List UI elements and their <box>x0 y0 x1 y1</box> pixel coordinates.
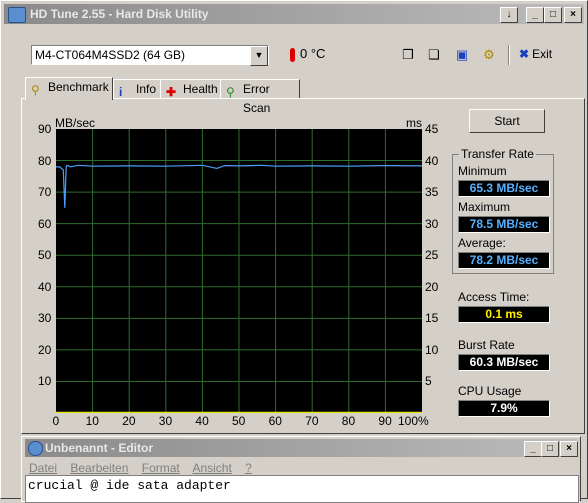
app-icon <box>8 7 26 23</box>
average-label: Average: <box>458 236 506 250</box>
right-axis-unit: ms <box>406 116 422 130</box>
benchmark-icon: ⚲ <box>31 83 40 97</box>
chevron-down-icon[interactable]: ▼ <box>250 46 268 66</box>
left-tick-label: 50 <box>38 248 52 263</box>
start-button[interactable]: Start <box>469 109 545 133</box>
dropdown-button[interactable]: ↓ <box>500 7 518 23</box>
maximize-button[interactable]: □ <box>544 7 562 23</box>
main-window: HD Tune 2.55 - Hard Disk Utility ↓ _ □ ×… <box>0 0 588 503</box>
menu-format[interactable]: Format <box>142 461 180 475</box>
access-time-value: 0.1 ms <box>458 306 550 323</box>
transfer-rate-title: Transfer Rate <box>459 147 536 161</box>
x-tick-label: 70 <box>305 414 319 428</box>
title-bar[interactable]: HD Tune 2.55 - Hard Disk Utility ↓ _ □ × <box>4 4 584 24</box>
copy-icon[interactable]: ❐ <box>399 46 417 64</box>
save-icon[interactable]: ▣ <box>453 46 471 64</box>
menu-help[interactable]: ? <box>245 461 252 475</box>
x-tick-label: 10 <box>85 414 99 428</box>
minimize-button[interactable]: _ <box>526 7 544 23</box>
right-tick-label: 35 <box>425 185 439 200</box>
close-button[interactable]: × <box>564 7 582 23</box>
editor-maximize-button[interactable]: □ <box>541 441 559 457</box>
x-tick-label: 40 <box>195 414 209 428</box>
thermometer-icon <box>290 47 295 62</box>
x-tick-label: 100% <box>398 414 429 428</box>
left-tick-label: 70 <box>38 185 52 200</box>
left-tick-label: 60 <box>38 216 52 231</box>
minimum-label: Minimum <box>458 164 507 178</box>
editor-minimize-button[interactable]: _ <box>524 441 542 457</box>
editor-title: Unbenannt - Editor <box>45 441 153 455</box>
tab-label: Info <box>136 82 157 96</box>
drive-select-value: M4-CT064M4SSD2 (64 GB) <box>35 48 186 62</box>
window-title: HD Tune 2.55 - Hard Disk Utility <box>30 7 209 21</box>
access-time-label: Access Time: <box>458 290 530 304</box>
x-tick-label: 90 <box>378 414 392 428</box>
left-tick-label: 10 <box>38 374 52 389</box>
left-tick-label: 20 <box>38 342 52 357</box>
x-tick-label: 0 <box>52 414 60 428</box>
benchmark-chart <box>56 129 423 414</box>
burst-rate-label: Burst Rate <box>458 338 515 352</box>
tab-health[interactable]: ✚ Health <box>160 79 228 99</box>
notepad-icon <box>28 441 43 456</box>
left-tick-label: 40 <box>38 279 52 294</box>
maximum-label: Maximum <box>458 200 511 214</box>
maximum-value: 78.5 MB/sec <box>458 216 550 233</box>
right-tick-label: 30 <box>425 216 439 231</box>
options-icon[interactable]: ⚙ <box>480 46 498 64</box>
left-tick-label: 90 <box>38 122 52 136</box>
right-tick-label: 45 <box>425 122 439 136</box>
right-tick-label: 20 <box>425 279 439 294</box>
editor-close-button[interactable]: × <box>560 441 578 457</box>
tab-info[interactable]: i Info <box>113 79 165 99</box>
editor-title-bar[interactable]: Unbenannt - Editor _ □ × <box>25 439 578 457</box>
copy-info-icon[interactable]: ❏ <box>425 46 443 64</box>
editor-menu-bar: Datei Bearbeiten Format Ansicht ? <box>29 461 262 475</box>
x-tick-label: 80 <box>341 414 356 428</box>
toolbar-divider <box>508 45 510 65</box>
editor-window: Unbenannt - Editor _ □ × Datei Bearbeite… <box>21 436 581 503</box>
burst-rate-value: 60.3 MB/sec <box>458 354 550 371</box>
temperature-value: 0 °C <box>300 46 326 61</box>
cpu-usage-label: CPU Usage <box>458 384 522 398</box>
x-tick-label: 30 <box>158 414 173 428</box>
exit-icon: ✖ <box>519 47 530 61</box>
right-tick-label: 40 <box>425 153 439 168</box>
left-tick-label: 80 <box>38 153 52 168</box>
x-tick-label: 50 <box>232 414 246 428</box>
exit-button[interactable]: ✖ Exit <box>519 47 552 61</box>
right-tick-label: 5 <box>425 374 432 389</box>
x-tick-label: 60 <box>268 414 282 428</box>
left-axis-unit: MB/sec <box>55 116 96 130</box>
left-tick-label: 30 <box>38 311 52 326</box>
x-tick-label: 20 <box>122 414 136 428</box>
tab-label: Health <box>183 82 218 96</box>
drive-select[interactable]: M4-CT064M4SSD2 (64 GB) ▼ <box>31 45 269 66</box>
right-tick-label: 10 <box>425 342 439 357</box>
right-tick-label: 25 <box>425 248 439 263</box>
minimum-value: 65.3 MB/sec <box>458 180 550 197</box>
right-tick-label: 15 <box>425 311 439 326</box>
exit-label: Exit <box>532 47 553 61</box>
tab-label: Benchmark <box>48 80 109 94</box>
temperature-display: 0 °C <box>290 46 325 62</box>
tab-benchmark[interactable]: ⚲ Benchmark <box>25 77 113 100</box>
menu-edit[interactable]: Bearbeiten <box>70 461 128 475</box>
editor-content: crucial @ ide sata adapter <box>28 478 231 493</box>
average-value: 78.2 MB/sec <box>458 252 550 269</box>
menu-view[interactable]: Ansicht <box>192 461 231 475</box>
benchmark-graph <box>56 129 423 414</box>
tab-error-scan[interactable]: ⚲ Error Scan <box>220 79 300 115</box>
menu-file[interactable]: Datei <box>29 461 57 475</box>
cpu-usage-value: 7.9% <box>458 400 550 417</box>
